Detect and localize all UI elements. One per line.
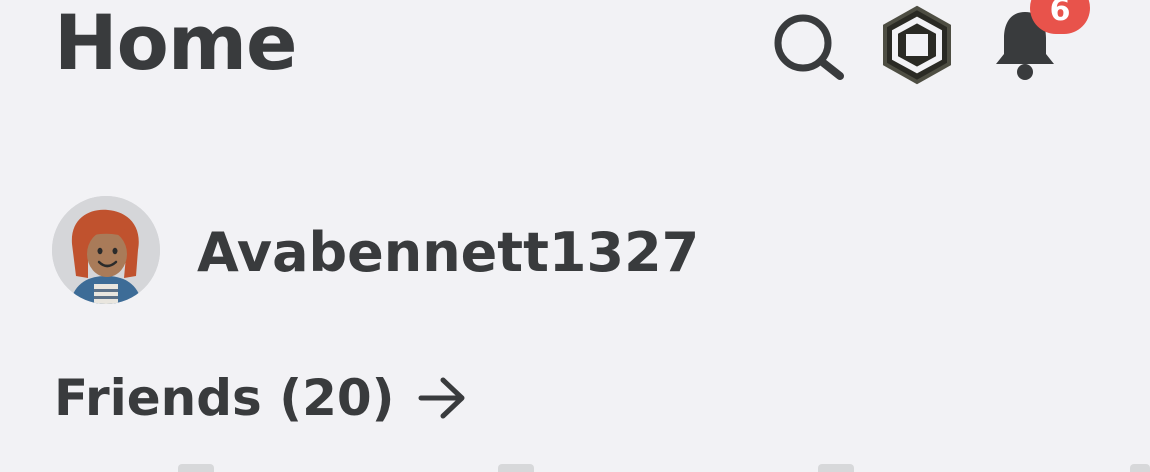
- page-title: Home: [54, 0, 298, 87]
- avatar-image: [52, 196, 160, 304]
- friends-link[interactable]: Friends (20): [54, 366, 469, 430]
- username[interactable]: Avabennett1327: [197, 220, 699, 286]
- arrow-right-icon: [418, 377, 465, 419]
- robux-icon[interactable]: [878, 4, 956, 86]
- search-icon[interactable]: [770, 14, 848, 80]
- friends-label: Friends (20): [54, 369, 395, 427]
- avatar[interactable]: [52, 196, 160, 304]
